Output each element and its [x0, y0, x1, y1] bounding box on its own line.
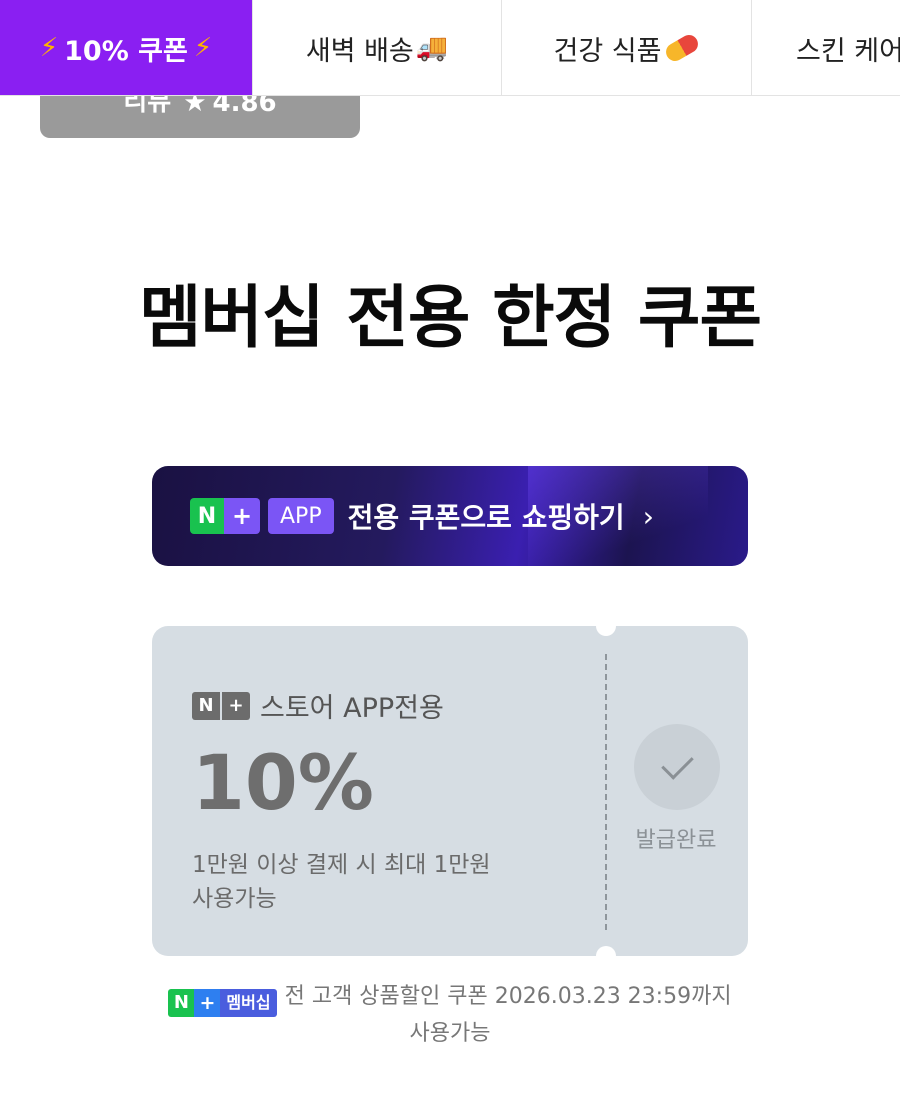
coupon-footnote: N + 멤버십 전 고객 상품할인 쿠폰 2026.03.23 23:59까지 …	[0, 980, 900, 1051]
coupon-condition: 1만원 이상 결제 시 최대 1만원 사용가능	[192, 848, 491, 916]
coupon-tag: N + 스토어 APP전용	[192, 686, 444, 725]
tab-health-food[interactable]: 건강 식품	[502, 0, 752, 95]
coupon-issued-button[interactable]	[634, 724, 720, 810]
coupon-condition-line: 사용가능	[192, 886, 277, 912]
category-tab-bar: ⚡ 10% 쿠폰 ⚡ 새벽 배송 🚚 건강 식품 스킨 케어	[0, 0, 900, 96]
check-icon	[660, 746, 694, 780]
coupon-discount: 10%	[192, 738, 374, 827]
tab-label: 건강 식품	[553, 35, 662, 67]
coupon-condition-line: 1만원 이상 결제 시 최대 1만원	[192, 852, 491, 878]
membership-badge: N + 멤버십	[168, 989, 277, 1017]
plus-icon: +	[224, 498, 260, 534]
lightning-icon: ⚡	[193, 33, 213, 63]
naver-plus-logo: N +	[192, 691, 250, 720]
naver-n-icon: N	[192, 691, 220, 720]
coupon-card: N + 스토어 APP전용 10% 1만원 이상 결제 시 최대 1만원 사용가…	[152, 616, 748, 966]
footnote-text: 사용가능	[409, 1021, 491, 1046]
coupon-tag-label: 스토어 APP전용	[260, 693, 444, 724]
coupon-divider	[605, 654, 607, 930]
footnote-text: 전 고객 상품할인 쿠폰 2026.03.23 23:59까지	[284, 984, 732, 1009]
tab-label: 새벽 배송	[305, 35, 414, 67]
page-title: 멤버십 전용 한정 쿠폰	[138, 279, 762, 358]
app-coupon-banner[interactable]: N + APP 전용 쿠폰으로 쇼핑하기 ›	[152, 466, 748, 566]
coupon-notch	[596, 946, 616, 966]
naver-n-icon: N	[168, 989, 195, 1017]
naver-plus-logo: N +	[190, 498, 260, 534]
lightning-icon: ⚡	[39, 33, 59, 63]
membership-label: 멤버십	[220, 989, 277, 1017]
plus-icon: +	[194, 989, 221, 1017]
footnote-line: N + 멤버십 전 고객 상품할인 쿠폰 2026.03.23 23:59까지	[0, 980, 900, 1017]
tab-10-percent-coupon[interactable]: ⚡ 10% 쿠폰 ⚡	[0, 0, 253, 95]
chevron-right-icon: ›	[642, 499, 654, 533]
pill-icon	[663, 31, 702, 65]
coupon-status: 발급완료	[635, 828, 717, 853]
tab-label: 스킨 케어	[796, 35, 900, 67]
banner-text: 전용 쿠폰으로 쇼핑하기	[347, 501, 625, 534]
truck-icon: 🚚	[415, 33, 449, 63]
tab-dawn-delivery[interactable]: 새벽 배송 🚚	[253, 0, 502, 95]
tab-label: 10% 쿠폰	[64, 35, 188, 67]
tab-skin-care[interactable]: 스킨 케어	[752, 0, 900, 95]
app-badge: APP	[268, 498, 334, 534]
coupon-notch	[596, 616, 616, 636]
naver-n-icon: N	[190, 498, 224, 534]
plus-icon: +	[220, 691, 250, 720]
